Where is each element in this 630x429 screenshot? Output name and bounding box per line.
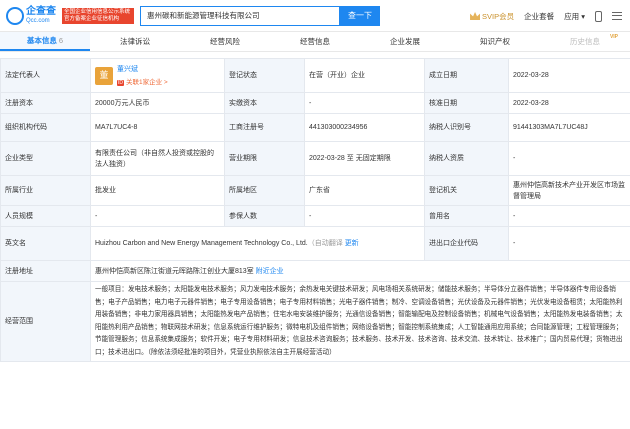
value-reg-number: 441303000234956 [304, 113, 425, 142]
value-reg-status: 在营（开业）企业 [304, 58, 425, 93]
svip-member-link[interactable]: SVIP会员 [470, 11, 514, 22]
value-former-name: - [508, 205, 630, 227]
label-org-code: 组织机构代码 [0, 113, 91, 142]
business-info-table: 法定代表人 董 董兴斌 ID 关联1家企业 > 登记状态 在营（开业）企业 成立日… [0, 58, 630, 362]
value-approve-date: 2022-03-28 [508, 92, 630, 114]
value-region: 广东省 [304, 175, 425, 206]
value-company-type: 有限责任公司（非自然人投资或控股的法人独资） [90, 141, 225, 176]
value-reg-address: 惠州仲恺高新区陈江街道元晖路陈江创业大厦813室 附近企业 [90, 260, 630, 282]
label-import-export-code: 进出口企业代码 [424, 226, 509, 261]
label-reg-number: 工商注册号 [224, 113, 305, 142]
related-companies-link[interactable]: ID 关联1家企业 > [117, 77, 168, 88]
label-est-date: 成立日期 [424, 58, 509, 93]
value-est-date: 2022-03-28 [508, 58, 630, 93]
tab-risk[interactable]: 经营风险 [180, 32, 270, 51]
update-link[interactable]: 更新 [345, 240, 359, 247]
value-reg-authority: 惠州仲恺高新技术产业开发区市场监督管理局 [508, 175, 630, 206]
tab-legal[interactable]: 法律诉讼 [90, 32, 180, 51]
menu-icon[interactable] [612, 12, 622, 20]
tab-operation[interactable]: 经营信息 [270, 32, 360, 51]
label-former-name: 曾用名 [424, 205, 509, 227]
tab-basic-info[interactable]: 基本信息 6 [0, 32, 90, 51]
label-industry: 所属行业 [0, 175, 91, 206]
nearby-companies-link[interactable]: 附近企业 [256, 268, 284, 275]
tab-history[interactable]: 历史信息 VIP [540, 32, 630, 51]
label-english-name: 英文名 [0, 226, 91, 261]
logo-en-text: Qcc.com [26, 18, 50, 24]
value-business-term: 2022-03-28 至 无固定期限 [304, 141, 425, 176]
label-business-term: 营业期限 [224, 141, 305, 176]
value-legal-rep: 董 董兴斌 ID 关联1家企业 > [90, 58, 225, 93]
label-reg-status: 登记状态 [224, 58, 305, 93]
phone-icon[interactable] [595, 10, 602, 22]
label-business-scope: 经营范围 [0, 281, 91, 362]
logo-cn-text: 企查查 [26, 6, 56, 17]
search-input[interactable]: 惠州碳和新能源管理科技有限公司 [140, 5, 340, 26]
label-staff-size: 人员规模 [0, 205, 91, 227]
value-business-scope: 一般项目：发电技术服务；太阳能发电技术服务；风力发电技术服务；余热发电关键技术研… [90, 281, 630, 362]
value-tax-id: 91441303MA7L7UC48J [508, 113, 630, 142]
qcc-logo[interactable]: 企查查 Qcc.com [6, 6, 58, 25]
value-reg-capital: 20000万元人民币 [90, 92, 225, 114]
label-tax-qualification: 纳税人资质 [424, 141, 509, 176]
value-paid-capital: - [304, 92, 425, 114]
label-region: 所属地区 [224, 175, 305, 206]
logo-magnifier-icon [6, 6, 24, 25]
tab-development[interactable]: 企业发展 [360, 32, 450, 51]
label-reg-capital: 注册资本 [0, 92, 91, 114]
value-org-code: MA7L7UC4-8 [90, 113, 225, 142]
tab-ip[interactable]: 知识产权 [450, 32, 540, 51]
value-english-name: Huizhou Carbon and New Energy Management… [90, 226, 425, 261]
label-company-type: 企业类型 [0, 141, 91, 176]
avatar: 董 [95, 66, 113, 85]
section-tabs: 基本信息 6 法律诉讼 经营风险 经营信息 企业发展 知识产权 历史信息 VIP [0, 32, 630, 52]
label-tax-id: 纳税人识别号 [424, 113, 509, 142]
auto-translate-note: （自动翻译 [307, 240, 343, 247]
gov-badge: 全国企业信用信息公示系统 官方备案企业征信机构 [62, 7, 134, 24]
value-insured-count: - [304, 205, 425, 227]
enterprise-package-link[interactable]: 企业套餐 [524, 11, 554, 22]
search-button[interactable]: 查一下 [340, 5, 380, 26]
legal-rep-name-link[interactable]: 董兴斌 [117, 64, 168, 75]
vip-badge: VIP [609, 34, 618, 40]
label-insured-count: 参保人数 [224, 205, 305, 227]
value-industry: 批发业 [90, 175, 225, 206]
label-paid-capital: 实缴资本 [224, 92, 305, 114]
value-staff-size: - [90, 205, 225, 227]
apps-menu[interactable]: 应用 ▾ [564, 11, 585, 22]
top-header: 企查查 Qcc.com 全国企业信用信息公示系统 官方备案企业征信机构 惠州碳和… [0, 0, 630, 32]
label-reg-authority: 登记机关 [424, 175, 509, 206]
crown-icon [470, 12, 481, 20]
label-approve-date: 核准日期 [424, 92, 509, 114]
label-reg-address: 注册地址 [0, 260, 91, 282]
label-legal-rep: 法定代表人 [0, 58, 91, 93]
value-tax-qualification: - [508, 141, 630, 176]
value-import-export-code: - [508, 226, 630, 261]
